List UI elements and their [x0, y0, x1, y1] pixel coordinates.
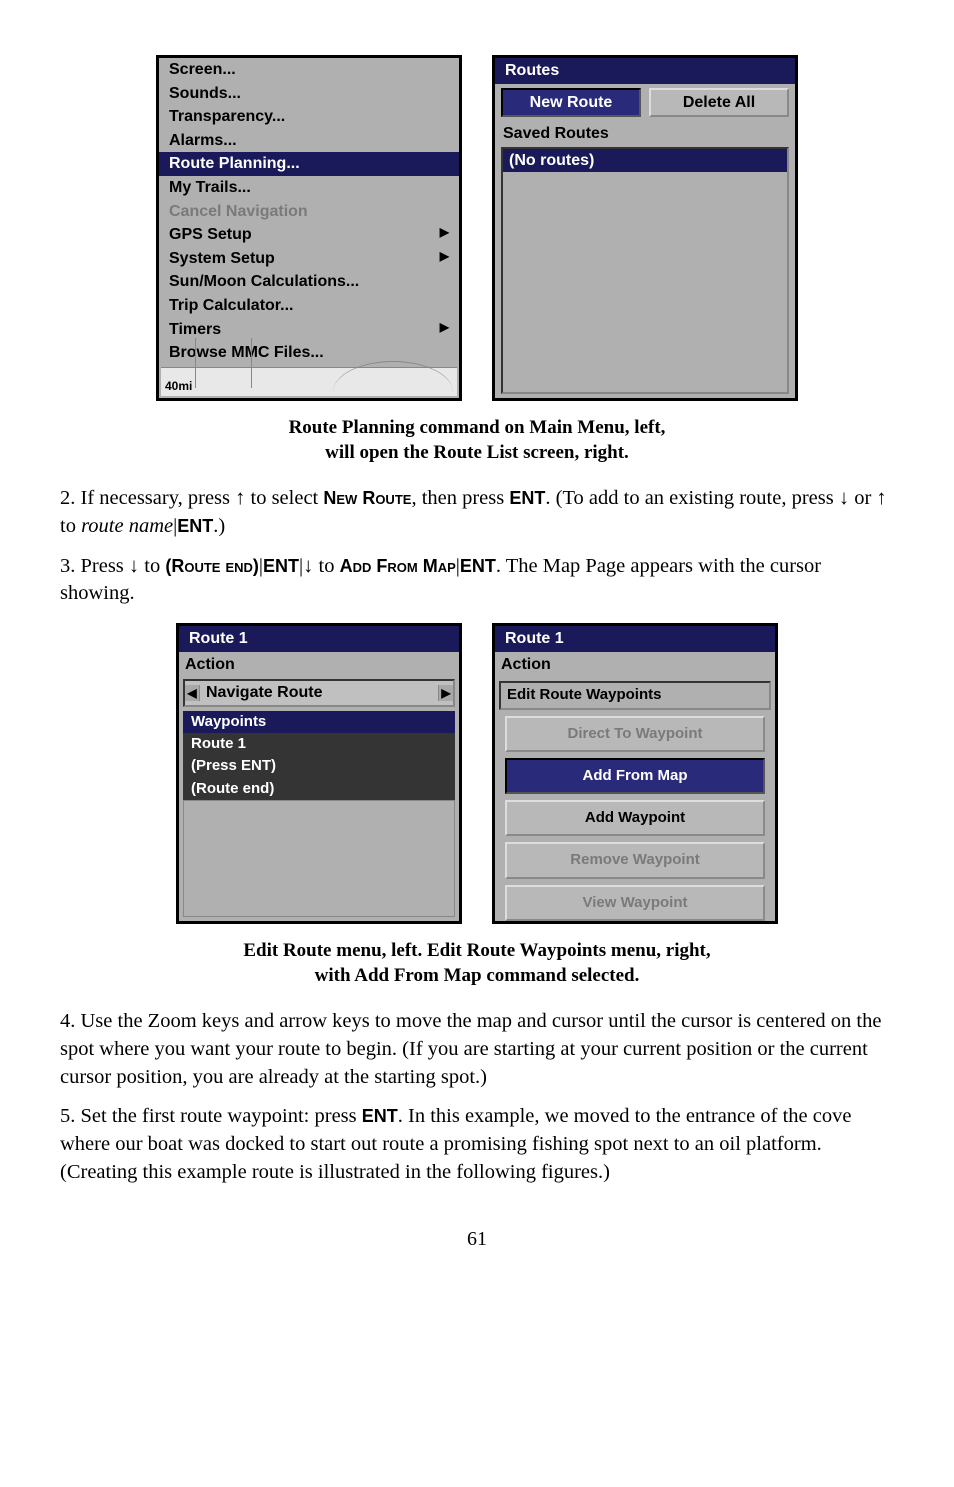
routes-panel: Routes New Route Delete All Saved Routes… — [492, 55, 798, 401]
p3-ent1: ENT — [263, 556, 299, 576]
waypoint-action-buttons: Direct To Waypoint Add From Map Add Wayp… — [495, 710, 775, 927]
paragraph-4: 4. Use the Zoom keys and arrow keys to m… — [60, 1008, 894, 1091]
map-preview: 40mi — [161, 367, 457, 396]
edit-route-waypoints-panel: Route 1 Action Edit Route Waypoints Dire… — [492, 623, 778, 924]
paragraph-3: 3. Press ↓ to (Route end)|ENT|↓ to Add F… — [60, 553, 894, 608]
menu-item-alarms[interactable]: Alarms... — [159, 129, 459, 153]
action-label-right: Action — [495, 652, 775, 678]
map-scale-label: 40mi — [165, 378, 192, 394]
p2-route-name: route name — [81, 515, 173, 537]
waypoints-header: Waypoints — [183, 711, 455, 733]
navigate-route-dropdown[interactable]: ◀ Navigate Route ▶ — [183, 679, 455, 707]
saved-routes-label: Saved Routes — [501, 121, 789, 147]
p2-mid: , then press — [411, 487, 509, 509]
no-routes-row: (No routes) — [503, 149, 787, 173]
paragraph-5: 5. Set the first route waypoint: press E… — [60, 1103, 894, 1186]
p2-ent2: ENT — [177, 516, 213, 536]
route1-title-right: Route 1 — [495, 626, 775, 652]
p2-new-route: New Route — [323, 488, 411, 508]
direct-to-waypoint-button: Direct To Waypoint — [505, 716, 765, 752]
routes-title: Routes — [495, 58, 795, 84]
caption2-line2: with Add From Map command selected. — [315, 965, 640, 986]
press-ent-hint: (Press ENT) — [183, 755, 455, 777]
map-tick — [195, 338, 197, 388]
routes-panel-inner: New Route Delete All Saved Routes (No ro… — [495, 84, 795, 398]
edit-route-panel: Route 1 Action ◀ Navigate Route ▶ Waypoi… — [176, 623, 462, 924]
map-tick-2 — [251, 338, 253, 388]
menu-item-trip-calc[interactable]: Trip Calculator... — [159, 294, 459, 318]
edit-route-waypoints-frame: Edit Route Waypoints — [499, 681, 771, 709]
saved-routes-list[interactable]: (No routes) — [501, 147, 789, 394]
action-label-left: Action — [179, 652, 459, 678]
menu-item-browse-mmc[interactable]: Browse MMC Files... — [159, 341, 459, 365]
p5-prefix: 5. Set the first route waypoint: press — [60, 1105, 362, 1127]
menu-item-timers[interactable]: Timers — [159, 318, 459, 342]
menu-item-system-setup[interactable]: System Setup — [159, 247, 459, 271]
add-waypoint-button[interactable]: Add Waypoint — [505, 800, 765, 836]
dropdown-right-arrow-icon[interactable]: ▶ — [438, 685, 453, 701]
figure1-caption: Route Planning command on Main Menu, lef… — [60, 416, 894, 465]
route-end-hint: (Route end) — [183, 778, 455, 800]
menu-item-route-planning[interactable]: Route Planning... — [159, 152, 459, 176]
p3-pipe2: |↓ to — [299, 555, 340, 577]
figure-row-2: Route 1 Action ◀ Navigate Route ▶ Waypoi… — [60, 623, 894, 924]
p2-prefix: 2. If necessary, press ↑ to select — [60, 487, 323, 509]
caption1-line1: Route Planning command on Main Menu, lef… — [289, 417, 666, 438]
menu-item-sun-moon[interactable]: Sun/Moon Calculations... — [159, 270, 459, 294]
p3-route-end: (Route end) — [165, 556, 259, 576]
caption1-line2: will open the Route List screen, right. — [325, 442, 629, 463]
menu-item-screen[interactable]: Screen... — [159, 58, 459, 82]
p2-tail3: .) — [213, 515, 225, 537]
p3-ent2: ENT — [460, 556, 496, 576]
delete-all-button[interactable]: Delete All — [649, 88, 789, 118]
figure-row-1: Screen... Sounds... Transparency... Alar… — [60, 55, 894, 401]
p3-prefix: 3. Press ↓ to — [60, 555, 165, 577]
dropdown-left-arrow-icon[interactable]: ◀ — [185, 685, 200, 701]
paragraph-2: 2. If necessary, press ↑ to select New R… — [60, 485, 894, 540]
route1-title: Route 1 — [179, 626, 459, 652]
menu-item-transparency[interactable]: Transparency... — [159, 105, 459, 129]
menu-item-cancel-nav: Cancel Navigation — [159, 200, 459, 224]
navigate-route-label: Navigate Route — [200, 681, 438, 705]
route1-subheader: Route 1 — [183, 733, 455, 755]
routes-button-row: New Route Delete All — [501, 88, 789, 118]
menu-item-gps-setup[interactable]: GPS Setup — [159, 223, 459, 247]
p5-ent: ENT — [362, 1106, 398, 1126]
main-menu-panel: Screen... Sounds... Transparency... Alar… — [156, 55, 462, 401]
page-number: 61 — [60, 1226, 894, 1253]
menu-item-sounds[interactable]: Sounds... — [159, 82, 459, 106]
remove-waypoint-button: Remove Waypoint — [505, 842, 765, 878]
add-from-map-button[interactable]: Add From Map — [505, 758, 765, 794]
p3-add-from-map: Add From Map — [340, 556, 456, 576]
p2-ent: ENT — [509, 488, 545, 508]
waypoints-list[interactable] — [183, 800, 455, 917]
caption2-line1: Edit Route menu, left. Edit Route Waypoi… — [243, 940, 710, 961]
new-route-button[interactable]: New Route — [501, 88, 641, 118]
figure2-caption: Edit Route menu, left. Edit Route Waypoi… — [60, 939, 894, 988]
menu-item-my-trails[interactable]: My Trails... — [159, 176, 459, 200]
map-curve — [333, 361, 453, 392]
view-waypoint-button: View Waypoint — [505, 885, 765, 921]
